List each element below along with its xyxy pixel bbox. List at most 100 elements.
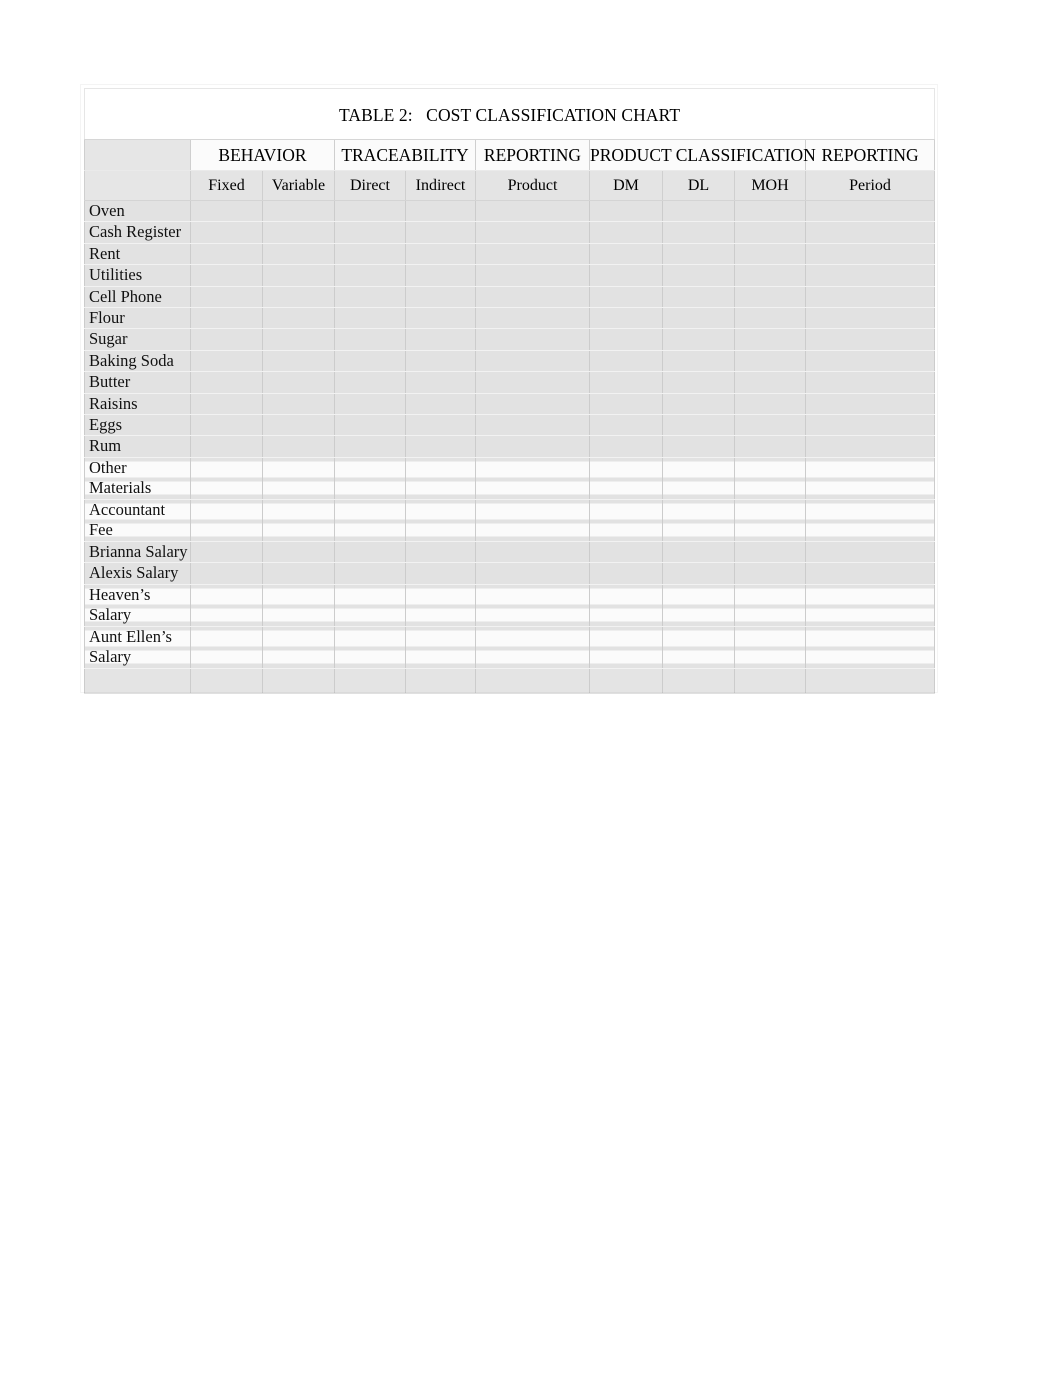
cell-fixed[interactable] (190, 456, 263, 500)
cell-dm[interactable] (589, 498, 663, 542)
cell-dl[interactable] (662, 285, 735, 309)
cell-indirect[interactable] (405, 264, 476, 287)
cell-product[interactable] (475, 221, 590, 244)
cell-period[interactable] (804, 264, 936, 287)
cell-moh[interactable] (734, 583, 806, 627)
cell-direct[interactable] (334, 242, 406, 266)
cell-period[interactable] (804, 498, 936, 542)
cell-direct[interactable] (334, 540, 406, 564)
cell-period[interactable] (804, 199, 936, 223)
cell-dm[interactable] (589, 328, 663, 351)
cell-fixed[interactable] (190, 562, 263, 585)
cell-dl[interactable] (662, 540, 735, 564)
cell-variable[interactable] (262, 625, 335, 669)
cell-dl[interactable] (662, 414, 735, 437)
cell-indirect[interactable] (405, 625, 476, 669)
cell-dl[interactable] (662, 328, 735, 351)
cell-dl[interactable] (662, 264, 735, 287)
cell-dl[interactable] (662, 221, 735, 244)
cell-product[interactable] (475, 349, 590, 373)
cell-product[interactable] (475, 456, 590, 500)
cell-moh[interactable] (734, 199, 806, 223)
cell-product[interactable] (475, 264, 590, 287)
cell-product[interactable] (475, 285, 590, 309)
cell-direct[interactable] (334, 264, 406, 287)
cell-moh[interactable] (734, 562, 806, 585)
cell-fixed[interactable] (190, 349, 263, 373)
cell-indirect[interactable] (405, 199, 476, 223)
cell-variable[interactable] (262, 456, 335, 500)
cell-period[interactable] (804, 242, 936, 266)
cell-variable[interactable] (262, 221, 335, 244)
cell-direct[interactable] (334, 371, 406, 394)
cell-direct[interactable] (334, 498, 406, 542)
cell-dm[interactable] (589, 392, 663, 416)
cell-moh[interactable] (734, 371, 806, 394)
cell-fixed[interactable] (190, 285, 263, 309)
cell-product[interactable] (475, 328, 590, 351)
cell-period[interactable] (804, 285, 936, 309)
cell-dm[interactable] (589, 307, 663, 330)
cell-variable[interactable] (262, 562, 335, 585)
cell-dm[interactable] (589, 540, 663, 564)
cell-product[interactable] (475, 583, 590, 627)
cell-dm[interactable] (589, 625, 663, 669)
cell-variable[interactable] (262, 349, 335, 373)
cell-indirect[interactable] (405, 307, 476, 330)
cell-moh[interactable] (734, 498, 806, 542)
cell-variable[interactable] (262, 540, 335, 564)
cell-indirect[interactable] (405, 562, 476, 585)
cell-variable[interactable] (262, 414, 335, 437)
cell-moh[interactable] (734, 392, 806, 416)
cell-direct[interactable] (334, 199, 406, 223)
cell-variable[interactable] (262, 498, 335, 542)
cell-dl[interactable] (662, 242, 735, 266)
cell-fixed[interactable] (190, 498, 263, 542)
cell-moh[interactable] (734, 540, 806, 564)
cell-indirect[interactable] (405, 328, 476, 351)
cell-moh[interactable] (734, 435, 806, 458)
cell-indirect[interactable] (405, 435, 476, 458)
cell-indirect[interactable] (405, 371, 476, 394)
cell-variable[interactable] (262, 285, 335, 309)
cell-direct[interactable] (334, 435, 406, 458)
cell-dl[interactable] (662, 349, 735, 373)
cell-variable[interactable] (262, 328, 335, 351)
cell-period[interactable] (804, 583, 936, 627)
cell-dm[interactable] (589, 199, 663, 223)
cell-indirect[interactable] (405, 414, 476, 437)
cell-indirect[interactable] (405, 242, 476, 266)
cell-product[interactable] (475, 562, 590, 585)
cell-period[interactable] (804, 456, 936, 500)
cell-period[interactable] (804, 349, 936, 373)
cell-product[interactable] (475, 199, 590, 223)
cell-period[interactable] (804, 540, 936, 564)
cell-fixed[interactable] (190, 242, 263, 266)
cell-dm[interactable] (589, 583, 663, 627)
cell-direct[interactable] (334, 307, 406, 330)
cell-product[interactable] (475, 540, 590, 564)
cell-fixed[interactable] (190, 583, 263, 627)
cell-moh[interactable] (734, 349, 806, 373)
cell-indirect[interactable] (405, 498, 476, 542)
cell-fixed[interactable] (190, 625, 263, 669)
cell-fixed[interactable] (190, 199, 263, 223)
cell-fixed[interactable] (190, 264, 263, 287)
cell-fixed[interactable] (190, 328, 263, 351)
cell-period[interactable] (804, 328, 936, 351)
cell-product[interactable] (475, 242, 590, 266)
cell-variable[interactable] (262, 242, 335, 266)
cell-fixed[interactable] (190, 307, 263, 330)
cell-dm[interactable] (589, 221, 663, 244)
cell-dl[interactable] (662, 307, 735, 330)
cell-product[interactable] (475, 414, 590, 437)
cell-fixed[interactable] (190, 435, 263, 458)
cell-variable[interactable] (262, 583, 335, 627)
cell-fixed[interactable] (190, 392, 263, 416)
cell-dl[interactable] (662, 435, 735, 458)
cell-product[interactable] (475, 625, 590, 669)
cell-period[interactable] (804, 562, 936, 585)
cell-product[interactable] (475, 498, 590, 542)
cell-dm[interactable] (589, 456, 663, 500)
cell-dm[interactable] (589, 264, 663, 287)
